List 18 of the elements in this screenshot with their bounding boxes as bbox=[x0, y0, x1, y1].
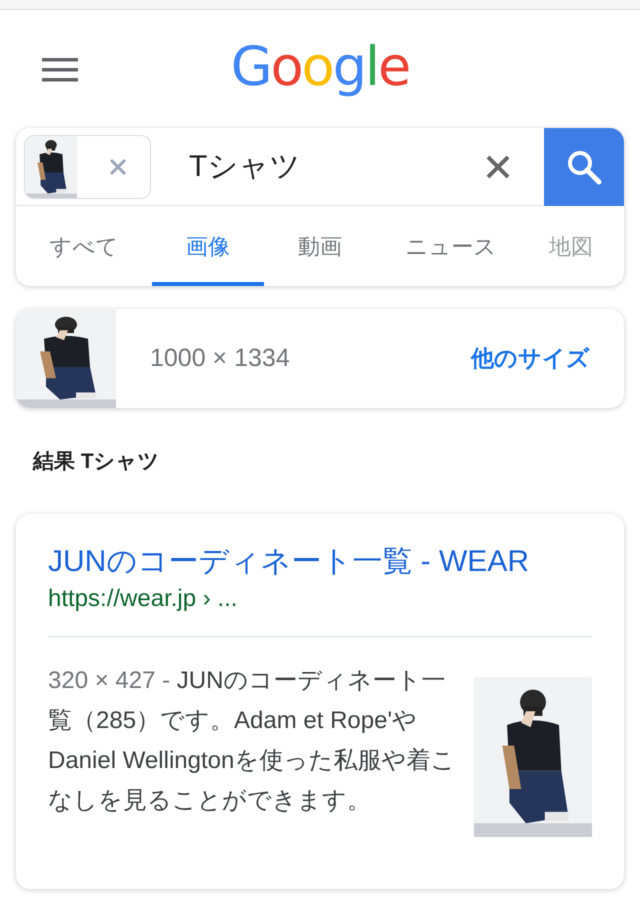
tab[interactable]: 画像 bbox=[152, 206, 264, 286]
search-icon bbox=[566, 149, 602, 185]
search-field[interactable]: Tシャツ bbox=[189, 128, 486, 205]
image-chip[interactable] bbox=[24, 135, 151, 199]
result-title-link[interactable]: JUNのコーディネート一覧 - WEAR bbox=[48, 542, 592, 582]
tab[interactable]: ニュース bbox=[376, 206, 526, 286]
clear-icon[interactable] bbox=[486, 154, 510, 178]
tab[interactable]: 動画 bbox=[264, 206, 376, 286]
tab[interactable]: 地図 bbox=[526, 206, 616, 286]
menu-icon[interactable] bbox=[42, 58, 78, 82]
result-snippet: 320 × 427 - JUNのコーディネート一覧（285）です。Adam et Rope'やDaniel Wellingtonを使った私服や着こなしを見ることができます。 bbox=[48, 666, 456, 816]
search-button[interactable] bbox=[544, 128, 624, 206]
more-sizes-link[interactable]: 他のサイズ bbox=[471, 341, 590, 376]
image-dimensions: 1000 × 1334 bbox=[150, 342, 290, 374]
result-url: https://wear.jp › ... bbox=[48, 584, 238, 614]
google-logo[interactable]: Google bbox=[230, 40, 410, 94]
results-heading: 結果 Tシャツ bbox=[33, 449, 161, 475]
tab[interactable]: すべて bbox=[16, 206, 152, 286]
